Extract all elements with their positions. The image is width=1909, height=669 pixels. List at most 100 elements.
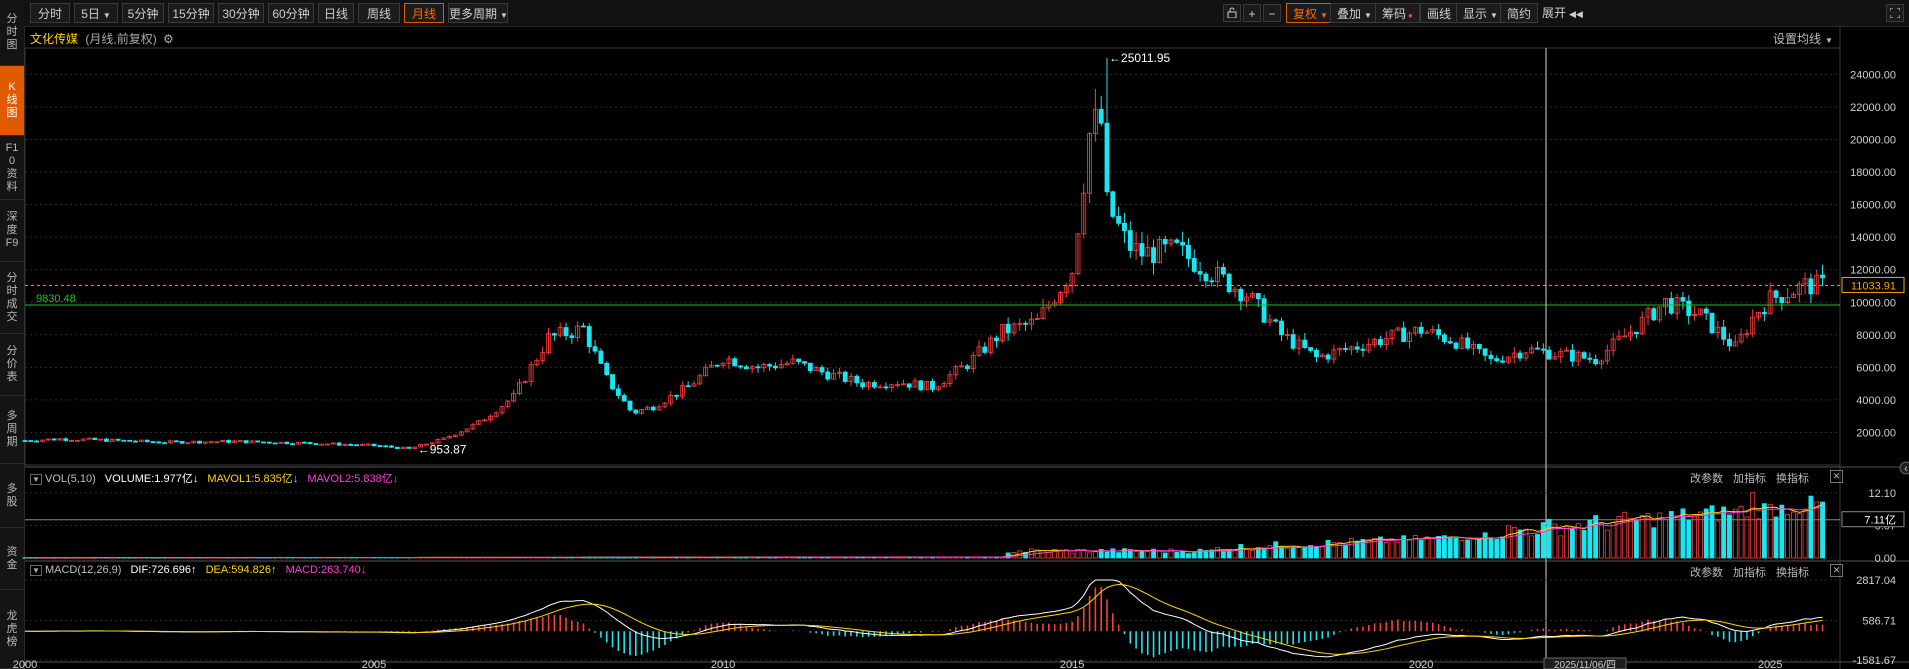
volume-bar: [1372, 537, 1378, 559]
candle-body: [400, 446, 406, 449]
gear-icon[interactable]: ⚙: [163, 32, 174, 46]
sidebar-item-6[interactable]: 多周期: [0, 396, 24, 464]
volume-bar: [1104, 551, 1110, 559]
volume-bar: [1238, 544, 1244, 559]
sidebar-item-8[interactable]: 资金: [0, 528, 24, 590]
volume-bar: [185, 557, 191, 559]
volume-bar: [1697, 511, 1703, 559]
volume-bar: [947, 556, 953, 559]
candle-body: [569, 335, 575, 338]
volume-bar: [889, 556, 895, 559]
panel-tool-2[interactable]: 换指标: [1776, 473, 1809, 485]
sidebar-item-5[interactable]: 分价表: [0, 334, 24, 396]
period-tab-2[interactable]: 5分钟: [122, 3, 164, 23]
candle-body: [1319, 354, 1325, 357]
x-tick-label: 2010: [711, 659, 735, 669]
volume-bar: [592, 556, 598, 559]
macd-tick-label: -1581.67: [1853, 655, 1896, 667]
panel-tool-1[interactable]: 加指标: [1733, 473, 1766, 485]
volume-bar: [604, 556, 610, 559]
candle-body: [295, 441, 301, 445]
sidebar-item-7[interactable]: 多股: [0, 464, 24, 528]
close-icon[interactable]: ✕: [1830, 564, 1843, 577]
plus-icon[interactable]: +: [1243, 4, 1261, 22]
panel-tool-2[interactable]: 换指标: [1776, 567, 1809, 579]
candle-body: [1628, 331, 1634, 337]
volume-bar: [389, 557, 394, 559]
price-tick-label: 4000.00: [1856, 395, 1896, 407]
panel-tool-0[interactable]: 改参数: [1690, 567, 1723, 579]
panel-tool-0[interactable]: 改参数: [1690, 473, 1723, 485]
volume-bar: [1250, 550, 1255, 559]
volume-bar: [1063, 549, 1069, 559]
candle-body: [330, 442, 336, 445]
volume-bar: [1412, 535, 1418, 559]
candle-body: [807, 362, 813, 372]
period-tab-9[interactable]: 更多周期 ▼: [448, 3, 508, 23]
unlock-icon[interactable]: [1223, 4, 1241, 22]
volume-bar: [1465, 539, 1471, 559]
chips-button[interactable]: 筹码 ●: [1375, 3, 1420, 23]
volume-bar: [1168, 548, 1174, 559]
volume-bar: [1122, 548, 1127, 559]
volume-bar: [1587, 519, 1593, 559]
macd-tools: 改参数 加指标 换指标: [1680, 564, 1809, 580]
sidebar-item-4[interactable]: 分时成交: [0, 262, 24, 334]
candle-body: [493, 412, 499, 417]
sidebar-item-1[interactable]: K线图: [0, 66, 24, 136]
fuquan-button[interactable]: 复权 ▼: [1286, 3, 1335, 23]
candle-body: [522, 381, 528, 384]
volume-legend: ▼ VOL(5,10) VOLUME:1.977亿↓ MAVOL1:5.835亿…: [30, 473, 399, 485]
candle-body: [935, 386, 941, 390]
volume-bar: [284, 557, 290, 559]
overlay-button[interactable]: 叠加 ▼: [1330, 3, 1379, 23]
panel-tool-1[interactable]: 加指标: [1733, 567, 1766, 579]
candle-body: [1616, 335, 1622, 340]
candle-body: [1279, 320, 1284, 336]
sidebar-item-2[interactable]: F10资料: [0, 136, 24, 200]
sidebar-item-3[interactable]: 深度F9: [0, 200, 24, 262]
period-tab-6[interactable]: 日线: [318, 3, 354, 23]
chevron-down-icon[interactable]: ▼: [30, 565, 42, 576]
expand-button[interactable]: 展开 ◀◀: [1536, 3, 1589, 23]
period-tab-7[interactable]: 周线: [358, 3, 400, 23]
period-tab-0[interactable]: 分时: [30, 3, 70, 23]
candle-body: [1697, 308, 1703, 315]
volume-bar: [191, 557, 197, 559]
period-tab-3[interactable]: 15分钟: [168, 3, 214, 23]
period-tab-4[interactable]: 30分钟: [218, 3, 264, 23]
candle-body: [313, 443, 319, 446]
simple-button[interactable]: 简约: [1500, 3, 1539, 23]
candle-body: [1535, 347, 1540, 350]
period-tab-8[interactable]: 月线: [404, 3, 444, 23]
volume-bar: [1738, 506, 1744, 559]
close-icon[interactable]: ✕: [1830, 470, 1843, 483]
candle-body: [319, 443, 325, 446]
volume-bar: [1459, 540, 1465, 559]
volume-bar: [743, 556, 749, 559]
volume-bar: [359, 557, 365, 559]
cursor-date-label: 2025/11/06/四: [1554, 660, 1616, 669]
candle-body: [831, 372, 837, 380]
period-tab-1[interactable]: 5日 ▼: [74, 3, 118, 23]
period-tab-5[interactable]: 60分钟: [268, 3, 314, 23]
candle-body: [202, 441, 208, 444]
candle-body: [1325, 354, 1331, 360]
minus-icon[interactable]: −: [1263, 4, 1281, 22]
volume-bar: [633, 556, 639, 559]
candle-body: [1028, 318, 1034, 325]
price-tick-label: 12000.00: [1850, 265, 1896, 277]
draw-line-button[interactable]: 画线: [1420, 3, 1459, 23]
display-button[interactable]: 显示 ▼: [1456, 3, 1505, 23]
candle-body: [383, 445, 389, 448]
sidebar-item-0[interactable]: 分时图: [0, 0, 24, 66]
candle-body: [1715, 326, 1721, 334]
volume-bar: [109, 557, 115, 559]
volume-bar: [220, 557, 226, 559]
volume-bar: [1058, 549, 1063, 559]
chevron-down-icon[interactable]: ▼: [30, 474, 42, 485]
candle-body: [1453, 342, 1459, 349]
sidebar-item-9[interactable]: 龙虎榜: [0, 590, 24, 669]
set-ma-button[interactable]: 设置均线 ▼: [1773, 30, 1833, 47]
fullscreen-icon[interactable]: [1886, 4, 1904, 22]
